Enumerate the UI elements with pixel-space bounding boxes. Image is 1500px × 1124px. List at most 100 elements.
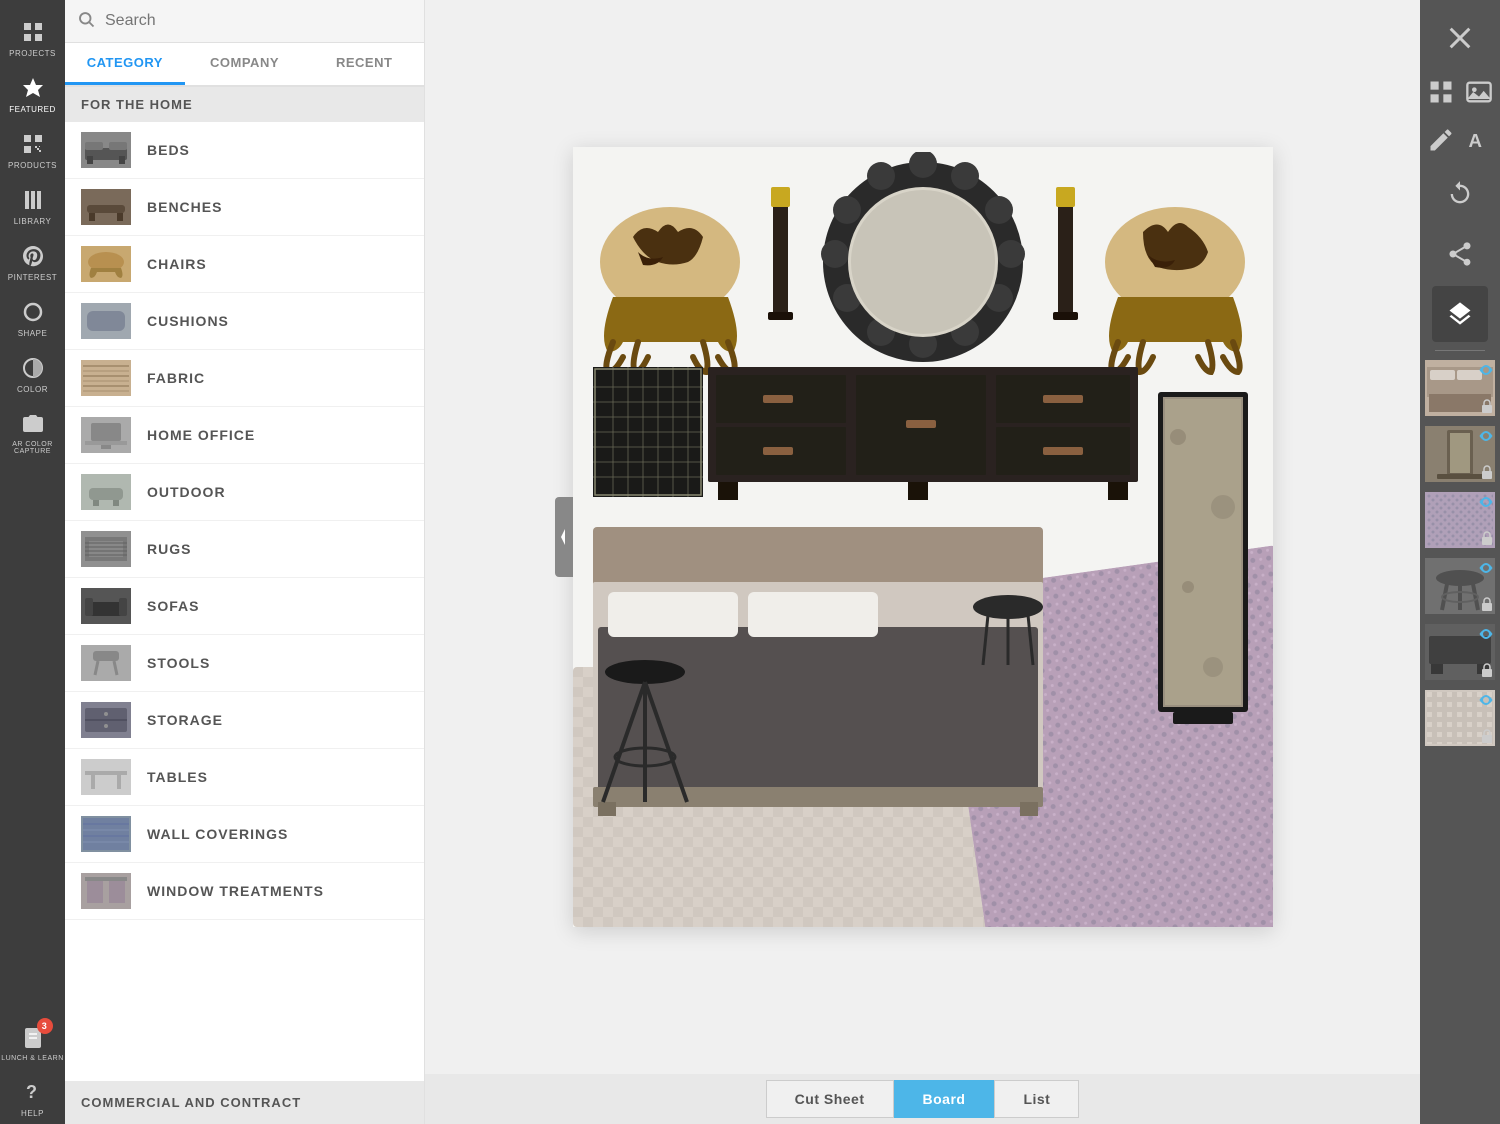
sidebar-item-label: SHAPE bbox=[18, 329, 48, 338]
category-item-chairs[interactable]: CHAIRS bbox=[65, 236, 424, 293]
eye-icon bbox=[1479, 494, 1493, 512]
tab-category[interactable]: CATEGORY bbox=[65, 43, 185, 85]
share-button[interactable] bbox=[1432, 226, 1488, 282]
shape-icon bbox=[19, 298, 47, 326]
category-item-benches[interactable]: BENCHES bbox=[65, 179, 424, 236]
thumb-item-bench[interactable] bbox=[1425, 624, 1495, 684]
eye-icon bbox=[1479, 560, 1493, 578]
sidebar-item-shape[interactable]: SHAPE bbox=[0, 288, 65, 344]
board-button[interactable]: Board bbox=[894, 1080, 995, 1118]
pinterest-icon bbox=[19, 242, 47, 270]
main-content: Cut Sheet Board List bbox=[425, 0, 1420, 1124]
category-thumb-home-office bbox=[81, 417, 131, 453]
thumb-item-bed[interactable] bbox=[1425, 360, 1495, 420]
lunch-icon: 3 bbox=[19, 1024, 47, 1052]
lock-icon bbox=[1481, 465, 1493, 484]
category-item-beds[interactable]: BEDS bbox=[65, 122, 424, 179]
category-item-sofas[interactable]: SOFAS bbox=[65, 578, 424, 635]
sidebar-item-help[interactable]: ? HELP bbox=[0, 1068, 65, 1124]
eye-icon bbox=[1479, 626, 1493, 644]
layers-button[interactable] bbox=[1432, 286, 1488, 342]
eye-icon bbox=[1479, 428, 1493, 446]
svg-text:A: A bbox=[1469, 130, 1482, 151]
category-item-window-treatments[interactable]: WINDOW TREATMENTS bbox=[65, 863, 424, 920]
lock-icon bbox=[1481, 597, 1493, 616]
lock-icon bbox=[1481, 729, 1493, 748]
image-view-button[interactable] bbox=[1461, 74, 1497, 110]
thumb-item-fabric[interactable] bbox=[1425, 690, 1495, 750]
text-button[interactable]: A bbox=[1461, 122, 1497, 158]
category-thumb-tables bbox=[81, 759, 131, 795]
category-label-chairs: CHAIRS bbox=[147, 256, 207, 272]
category-item-wall-coverings[interactable]: WALL COVERINGS bbox=[65, 806, 424, 863]
close-button[interactable] bbox=[1432, 10, 1488, 66]
edit-button[interactable] bbox=[1423, 122, 1459, 158]
thumb-item-mirror[interactable] bbox=[1425, 426, 1495, 486]
tab-bar: CATEGORY COMPANY RECENT bbox=[65, 43, 424, 87]
category-thumb-benches bbox=[81, 189, 131, 225]
category-item-tables[interactable]: TABLES bbox=[65, 749, 424, 806]
camera-icon bbox=[19, 410, 47, 438]
bottom-toolbar: Cut Sheet Board List bbox=[425, 1074, 1420, 1124]
sidebar-item-lunch-learn[interactable]: 3 LUNCH & LEARN bbox=[0, 1014, 65, 1068]
category-item-cushions[interactable]: CUSHIONS bbox=[65, 293, 424, 350]
category-label-tables: TABLES bbox=[147, 769, 208, 785]
category-thumb-sofas bbox=[81, 588, 131, 624]
sidebar-item-label: PROJECTS bbox=[9, 49, 56, 58]
svg-text:?: ? bbox=[26, 1082, 38, 1102]
sidebar-item-label: AR COLOR CAPTURE bbox=[0, 441, 65, 455]
tab-recent[interactable]: RECENT bbox=[304, 43, 424, 85]
sidebar-item-label: PINTEREST bbox=[8, 273, 57, 282]
category-label-sofas: SOFAS bbox=[147, 598, 199, 614]
eye-icon bbox=[1479, 692, 1493, 710]
search-bar bbox=[65, 0, 424, 43]
sidebar-item-pinterest[interactable]: PINTEREST bbox=[0, 232, 65, 288]
category-item-storage[interactable]: STORAGE bbox=[65, 692, 424, 749]
grid-icon bbox=[19, 18, 47, 46]
search-icon bbox=[77, 10, 95, 33]
color-icon bbox=[19, 354, 47, 382]
category-item-fabric[interactable]: FABRIC bbox=[65, 350, 424, 407]
category-label-window-treatments: WINDOW TREATMENTS bbox=[147, 883, 324, 899]
category-list: FOR THE HOME BEDS BENCHES CHAIRS bbox=[65, 87, 424, 1081]
category-item-home-office[interactable]: HOME OFFICE bbox=[65, 407, 424, 464]
category-thumb-storage bbox=[81, 702, 131, 738]
category-thumb-beds bbox=[81, 132, 131, 168]
category-label-outdoor: OUTDOOR bbox=[147, 484, 226, 500]
sidebar-item-color[interactable]: COLOR bbox=[0, 344, 65, 400]
category-item-stools[interactable]: STOOLS bbox=[65, 635, 424, 692]
sidebar-item-ar-color[interactable]: AR COLOR CAPTURE bbox=[0, 400, 65, 461]
sidebar-item-label: FEATURED bbox=[9, 105, 56, 114]
sidebar-item-library[interactable]: LIBRARY bbox=[0, 176, 65, 232]
search-input[interactable] bbox=[101, 8, 412, 34]
thumb-item-stool[interactable] bbox=[1425, 558, 1495, 618]
sidebar-item-featured[interactable]: FEATURED bbox=[0, 64, 65, 120]
sidebar-item-label: LIBRARY bbox=[14, 217, 52, 226]
tab-company[interactable]: COMPANY bbox=[185, 43, 305, 85]
lock-icon bbox=[1481, 663, 1493, 682]
category-thumb-cushions bbox=[81, 303, 131, 339]
board-area bbox=[425, 0, 1420, 1074]
list-button[interactable]: List bbox=[994, 1080, 1079, 1118]
lock-icon bbox=[1481, 531, 1493, 550]
sidebar-item-label: PRODUCTS bbox=[8, 161, 57, 170]
rotate-button[interactable] bbox=[1432, 166, 1488, 222]
category-label-home-office: HOME OFFICE bbox=[147, 427, 255, 443]
right-sidebar: A bbox=[1420, 0, 1500, 1124]
star-icon bbox=[19, 74, 47, 102]
category-label-rugs: RUGS bbox=[147, 541, 191, 557]
collapse-handle[interactable] bbox=[555, 497, 573, 577]
sidebar-item-projects[interactable]: PROJECTS bbox=[0, 8, 65, 64]
sidebar-item-products[interactable]: PRODUCTS bbox=[0, 120, 65, 176]
left-sidebar: PROJECTS FEATURED PRODUCTS LIBRARY PINTE… bbox=[0, 0, 65, 1124]
category-item-outdoor[interactable]: OUTDOOR bbox=[65, 464, 424, 521]
cut-sheet-button[interactable]: Cut Sheet bbox=[766, 1080, 894, 1118]
sidebar-item-label: HELP bbox=[21, 1109, 44, 1118]
category-label-beds: BEDS bbox=[147, 142, 190, 158]
thumb-item-rug[interactable] bbox=[1425, 492, 1495, 552]
grid-view-button[interactable] bbox=[1423, 74, 1459, 110]
commercial-footer[interactable]: COMMERCIAL AND CONTRACT bbox=[65, 1081, 424, 1124]
sidebar-item-label: COLOR bbox=[17, 385, 48, 394]
category-item-rugs[interactable]: RUGS bbox=[65, 521, 424, 578]
products-icon bbox=[19, 130, 47, 158]
